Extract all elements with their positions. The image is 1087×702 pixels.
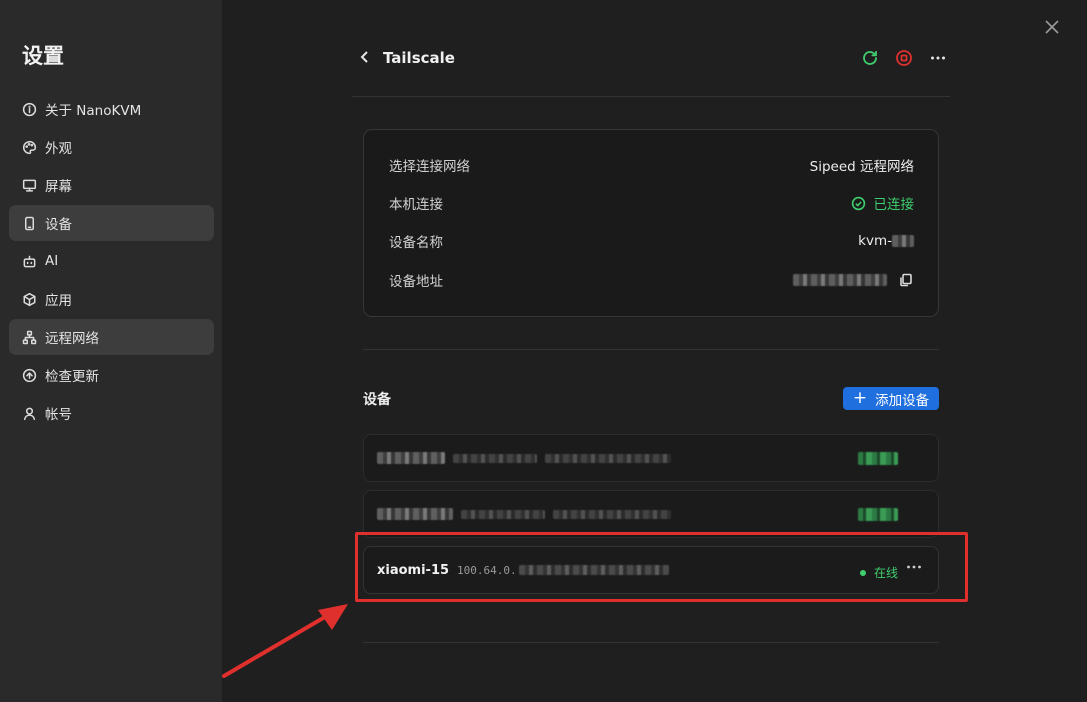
sidebar-item-label: 帐号 xyxy=(45,407,72,423)
device-address-row: 设备地址 xyxy=(389,270,914,290)
network-value[interactable]: Sipeed 远程网络 xyxy=(810,155,914,175)
sidebar-item-label: 设备 xyxy=(45,217,72,233)
divider xyxy=(363,349,939,350)
sidebar-item-check-update[interactable]: 检查更新 xyxy=(9,357,214,393)
redacted-address xyxy=(793,274,887,286)
sidebar-item-apps[interactable]: 应用 xyxy=(9,281,214,317)
redacted-ip xyxy=(453,453,537,463)
network-label: 选择连接网络 xyxy=(389,159,470,175)
redacted-ip xyxy=(461,509,545,519)
copy-button[interactable] xyxy=(899,273,914,288)
stop-icon xyxy=(896,50,912,66)
online-dot xyxy=(859,569,866,576)
close-button[interactable] xyxy=(1043,18,1061,36)
sidebar: 设置 关于 NanoKVM 外观 屏幕 设备 AI 应用 远程网络 检查更新 帐… xyxy=(0,0,222,702)
connection-label: 本机连接 xyxy=(389,197,443,213)
check-circle-icon xyxy=(851,196,865,210)
device-address-value xyxy=(793,273,914,288)
devices-section-title: 设备 xyxy=(363,392,391,408)
sidebar-item-label: 远程网络 xyxy=(45,331,99,347)
device-row-redacted[interactable] xyxy=(363,434,939,482)
more-button[interactable] xyxy=(928,48,948,68)
monitor-icon xyxy=(21,177,37,193)
sidebar-item-label: 外观 xyxy=(45,141,72,157)
redacted-status xyxy=(858,508,898,521)
sidebar-title: 设置 xyxy=(22,44,64,68)
redacted-ip xyxy=(553,509,671,519)
sidebar-item-screen[interactable]: 屏幕 xyxy=(9,167,214,203)
upload-circle-icon xyxy=(21,367,37,383)
settings-window: 设置 关于 NanoKVM 外观 屏幕 设备 AI 应用 远程网络 检查更新 帐… xyxy=(0,0,1087,702)
device-row-redacted[interactable] xyxy=(363,490,939,538)
sidebar-item-label: 检查更新 xyxy=(45,369,99,385)
refresh-icon xyxy=(863,50,877,65)
back-button[interactable] xyxy=(358,49,374,65)
page-header: Tailscale xyxy=(352,40,950,97)
sidebar-item-label: 应用 xyxy=(45,293,72,309)
tailscale-info-card: 选择连接网络 Sipeed 远程网络 本机连接 已连接 设备名称 kvm- 设备… xyxy=(363,129,939,317)
device-name: xiaomi-15 xyxy=(377,562,450,578)
add-device-label: 添加设备 xyxy=(875,392,930,409)
more-icon xyxy=(931,56,945,60)
bot-icon xyxy=(21,253,37,269)
sidebar-nav: 关于 NanoKVM 外观 屏幕 设备 AI 应用 远程网络 检查更新 帐号 xyxy=(9,91,214,433)
sidebar-item-about[interactable]: 关于 NanoKVM xyxy=(9,91,214,127)
device-name-value-wrap: kvm- xyxy=(858,233,914,249)
device-row-xiaomi-15[interactable]: xiaomi-15 100.64.0. 在线 xyxy=(363,546,939,594)
close-icon xyxy=(1045,20,1059,34)
redacted-status xyxy=(858,452,898,465)
redacted-ip xyxy=(545,453,671,463)
plus-icon: + xyxy=(852,388,868,408)
device-more-button[interactable] xyxy=(906,561,922,577)
connection-value: 已连接 xyxy=(873,197,915,213)
network-icon xyxy=(21,329,37,345)
palette-icon xyxy=(21,139,37,155)
connection-row: 本机连接 已连接 xyxy=(389,193,914,213)
refresh-button[interactable] xyxy=(860,48,880,68)
divider xyxy=(363,642,939,643)
device-ip-text: 100.64.0. xyxy=(457,563,517,577)
phone-icon xyxy=(21,215,37,231)
device-name-label: 设备名称 xyxy=(389,235,443,251)
connection-status: 已连接 xyxy=(851,193,915,213)
sidebar-item-label: AI xyxy=(45,253,59,269)
chevron-left-icon xyxy=(360,51,368,63)
user-icon xyxy=(21,405,37,421)
redacted-text xyxy=(892,235,914,247)
device-status-text: 在线 xyxy=(873,566,898,580)
network-row: 选择连接网络 Sipeed 远程网络 xyxy=(389,155,914,175)
device-name-row: 设备名称 kvm- xyxy=(389,231,914,251)
sidebar-item-device[interactable]: 设备 xyxy=(9,205,214,241)
stop-button[interactable] xyxy=(894,48,914,68)
more-icon xyxy=(907,565,921,569)
redacted-device-name xyxy=(377,508,453,520)
redacted-ip xyxy=(518,565,669,575)
page-title: Tailscale xyxy=(383,49,455,67)
sidebar-item-account[interactable]: 帐号 xyxy=(9,395,214,431)
device-address-label: 设备地址 xyxy=(389,274,443,290)
box-icon xyxy=(21,291,37,307)
main-panel: Tailscale 选择连接网络 Sipeed 远程网络 本机连接 已连接 设备… xyxy=(222,0,1087,702)
sidebar-item-label: 屏幕 xyxy=(45,179,72,195)
sidebar-item-label: 关于 NanoKVM xyxy=(45,103,142,119)
sidebar-item-remote-network[interactable]: 远程网络 xyxy=(9,319,214,355)
device-ip: 100.64.0. xyxy=(457,564,669,577)
copy-icon xyxy=(900,273,912,286)
sidebar-item-ai[interactable]: AI xyxy=(9,243,214,279)
info-icon xyxy=(21,101,37,117)
sidebar-item-appearance[interactable]: 外观 xyxy=(9,129,214,165)
add-device-button[interactable]: + 添加设备 xyxy=(843,387,939,410)
device-status: 在线 xyxy=(859,564,898,581)
device-name-value: kvm- xyxy=(858,233,892,249)
redacted-device-name xyxy=(377,452,445,464)
